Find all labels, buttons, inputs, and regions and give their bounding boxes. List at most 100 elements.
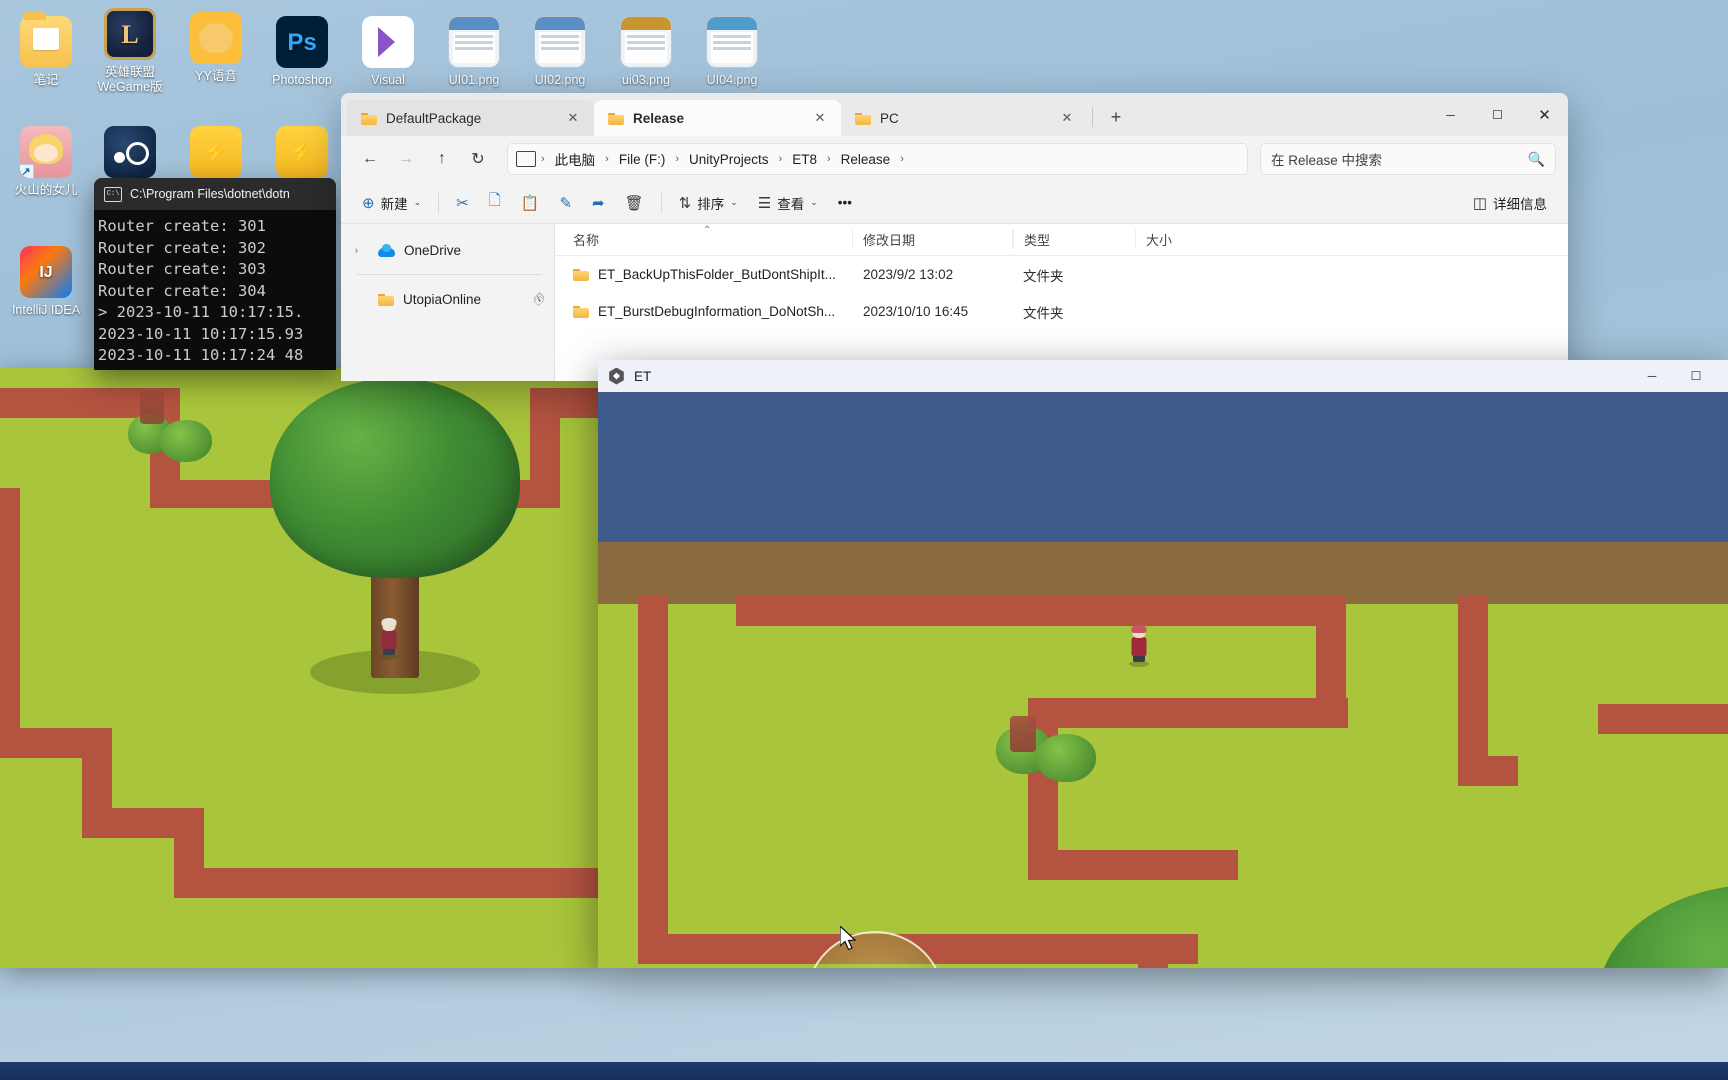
sort-icon: ⇅ xyxy=(678,194,692,212)
desktop-icon-label: Visual xyxy=(371,73,405,87)
breadcrumb-item-unityprojects[interactable]: UnityProjects xyxy=(682,149,776,170)
desktop-icon-notes[interactable]: 笔记 xyxy=(0,11,92,88)
folder-icon xyxy=(608,112,624,125)
chevron-down-icon: ⌄ xyxy=(730,197,738,207)
tab-defaultpackage[interactable]: DefaultPackage ✕ xyxy=(347,100,594,136)
pin-icon[interactable]: ⎘ xyxy=(530,290,548,307)
maximize-button[interactable]: ☐ xyxy=(1674,360,1718,392)
sidebar-item-onedrive[interactable]: › OneDrive xyxy=(341,234,554,266)
terminal-output[interactable]: Router create: 301 Router create: 302 Ro… xyxy=(94,210,336,367)
minimize-button[interactable]: ─ xyxy=(1427,93,1474,136)
bush xyxy=(160,420,212,462)
terminal-line: 2023-10-11 10:17:24 48 xyxy=(98,346,304,364)
toolbar-divider xyxy=(660,192,662,213)
image-file-icon xyxy=(448,16,500,68)
new-tab-button[interactable]: + xyxy=(1099,100,1133,134)
chevron-down-icon: ⌄ xyxy=(413,197,422,207)
forward-button[interactable]: → xyxy=(389,143,423,175)
terminal-line: > 2023-10-11 10:17:15. xyxy=(98,303,304,321)
desktop-icon-visual-studio[interactable]: Visual xyxy=(342,16,434,88)
search-input[interactable]: 在 Release 中搜索 xyxy=(1271,149,1520,169)
desktop-icon-ui01-png[interactable]: UI01.png xyxy=(428,16,520,88)
toolbar-divider xyxy=(438,192,440,213)
file-name-label: ET_BackUpThisFolder_ButDontShipIt... xyxy=(598,267,836,282)
folder-icon xyxy=(361,112,377,125)
desktop-icon-booster-1[interactable] xyxy=(170,126,262,183)
tab-release[interactable]: Release ✕ xyxy=(594,100,841,136)
taskbar-strip[interactable] xyxy=(0,1062,1728,1080)
copy-button[interactable]: 🗋 xyxy=(480,187,510,219)
game-canvas[interactable] xyxy=(598,392,1728,968)
terminal-window[interactable]: C:\ C:\Program Files\dotnet\dotn Router … xyxy=(94,178,336,370)
breadcrumb-item-et8[interactable]: ET8 xyxy=(785,149,824,170)
tab-close-icon[interactable]: ✕ xyxy=(809,107,831,129)
game-window-et[interactable]: ET ─ ☐ xyxy=(598,360,1728,968)
refresh-button[interactable]: ↻ xyxy=(461,143,495,175)
explorer-tabs: DefaultPackage ✕ Release ✕ PC ✕ + xyxy=(341,93,1133,136)
tree xyxy=(1598,884,1728,968)
breadcrumb-item-this-pc[interactable]: 此电脑 xyxy=(548,146,603,172)
close-button[interactable]: ✕ xyxy=(1521,93,1568,136)
desktop-icon-label: ui03.png xyxy=(622,73,670,87)
breadcrumb[interactable]: › 此电脑 › File (F:) › UnityProjects › ET8 … xyxy=(507,143,1248,175)
up-button[interactable]: ↑ xyxy=(425,143,459,175)
path-segment xyxy=(530,388,600,418)
sidebar-item-utopiaonline[interactable]: UtopiaOnline ⎘ xyxy=(341,283,554,315)
terminal-title-text: C:\Program Files\dotnet\dotn xyxy=(130,187,290,201)
tab-close-icon[interactable]: ✕ xyxy=(562,107,584,129)
booster-icon xyxy=(190,126,242,178)
game-window-titlebar[interactable]: ET ─ ☐ xyxy=(598,360,1728,392)
share-button[interactable]: ➦ xyxy=(583,187,614,219)
file-explorer-window[interactable]: DefaultPackage ✕ Release ✕ PC ✕ + ─ ☐ ✕ … xyxy=(341,93,1568,381)
search-box[interactable]: 在 Release 中搜索 🔍 xyxy=(1260,143,1556,175)
breadcrumb-separator: › xyxy=(826,153,831,165)
desktop-icon-league-of-legends[interactable]: L 英雄联盟 WeGame版 xyxy=(84,8,176,95)
desktop-icon-volcano-daughter[interactable]: ↗ 火山的女儿 xyxy=(0,126,92,198)
tab-pc[interactable]: PC ✕ xyxy=(841,100,1088,136)
desktop-icon-yy-voice[interactable]: YY语音 xyxy=(170,12,262,84)
new-button-label: 新建 xyxy=(380,196,408,212)
more-options-button[interactable]: ••• xyxy=(829,187,861,219)
file-list: 名称 修改日期 类型 大小 ⌃ ET_BackUpThisFolder_ButD… xyxy=(555,224,1568,381)
sort-button[interactable]: ⇅ 排序 ⌄ xyxy=(670,187,747,219)
desktop-icon-steam[interactable] xyxy=(84,126,176,183)
back-button[interactable]: ← xyxy=(353,143,387,175)
details-pane-button[interactable]: ◫ 详细信息 xyxy=(1464,187,1556,219)
table-row[interactable]: ET_BurstDebugInformation_DoNotSh... 2023… xyxy=(555,293,1568,330)
explorer-toolbar: ⊕ 新建 ⌄ ✂ 🗋 📋 ✎ ➦ 🗑 ⇅ 排序 ⌄ ☰ 查看 ⌄ ••• ◫ 详… xyxy=(341,182,1568,224)
desktop-icon-ui03-png[interactable]: ui03.png xyxy=(600,16,692,88)
column-header-date[interactable]: 修改日期 xyxy=(853,230,1013,249)
cut-button[interactable]: ✂ xyxy=(447,187,478,219)
new-button[interactable]: ⊕ 新建 ⌄ xyxy=(353,187,430,219)
breadcrumb-item-release[interactable]: Release xyxy=(834,149,898,170)
search-icon[interactable]: 🔍 xyxy=(1528,151,1545,168)
paste-button[interactable]: 📋 xyxy=(512,187,549,219)
view-button[interactable]: ☰ 查看 ⌄ xyxy=(749,187,827,219)
tab-close-icon[interactable]: ✕ xyxy=(1056,107,1078,129)
desktop-icon-ui04-png[interactable]: UI04.png xyxy=(686,16,778,88)
column-header-size[interactable]: 大小 xyxy=(1135,230,1257,249)
chevron-right-icon[interactable]: › xyxy=(355,245,369,255)
desktop-icon-ui02-png[interactable]: UI02.png xyxy=(514,16,606,88)
path-segment xyxy=(1598,704,1728,734)
minimize-button[interactable]: ─ xyxy=(1630,360,1674,392)
desktop-icon-booster-2[interactable] xyxy=(256,126,348,183)
share-icon: ➦ xyxy=(592,194,605,212)
desktop-icon-photoshop[interactable]: Ps Photoshop xyxy=(256,16,348,88)
game-scene-background xyxy=(0,368,600,968)
image-file-icon xyxy=(706,16,758,68)
breadcrumb-item-drive-f[interactable]: File (F:) xyxy=(612,149,673,170)
game-window-background[interactable] xyxy=(0,368,600,968)
terminal-line: 2023-10-11 10:17:15.93 xyxy=(98,324,304,343)
delete-button[interactable]: 🗑 xyxy=(616,187,653,219)
desktop-icon-intellij-idea[interactable]: IJ IntelliJ IDEA xyxy=(0,246,92,318)
details-pane-icon: ◫ xyxy=(1472,194,1487,212)
more-options-icon: ••• xyxy=(837,195,852,210)
folder-icon xyxy=(378,293,394,306)
maximize-button[interactable]: ☐ xyxy=(1474,93,1521,136)
rename-button[interactable]: ✎ xyxy=(550,187,581,219)
breadcrumb-separator: › xyxy=(541,153,545,165)
table-row[interactable]: ET_BackUpThisFolder_ButDontShipIt... 202… xyxy=(555,256,1568,293)
terminal-titlebar[interactable]: C:\ C:\Program Files\dotnet\dotn xyxy=(94,178,336,210)
column-header-type[interactable]: 类型 xyxy=(1013,230,1135,249)
